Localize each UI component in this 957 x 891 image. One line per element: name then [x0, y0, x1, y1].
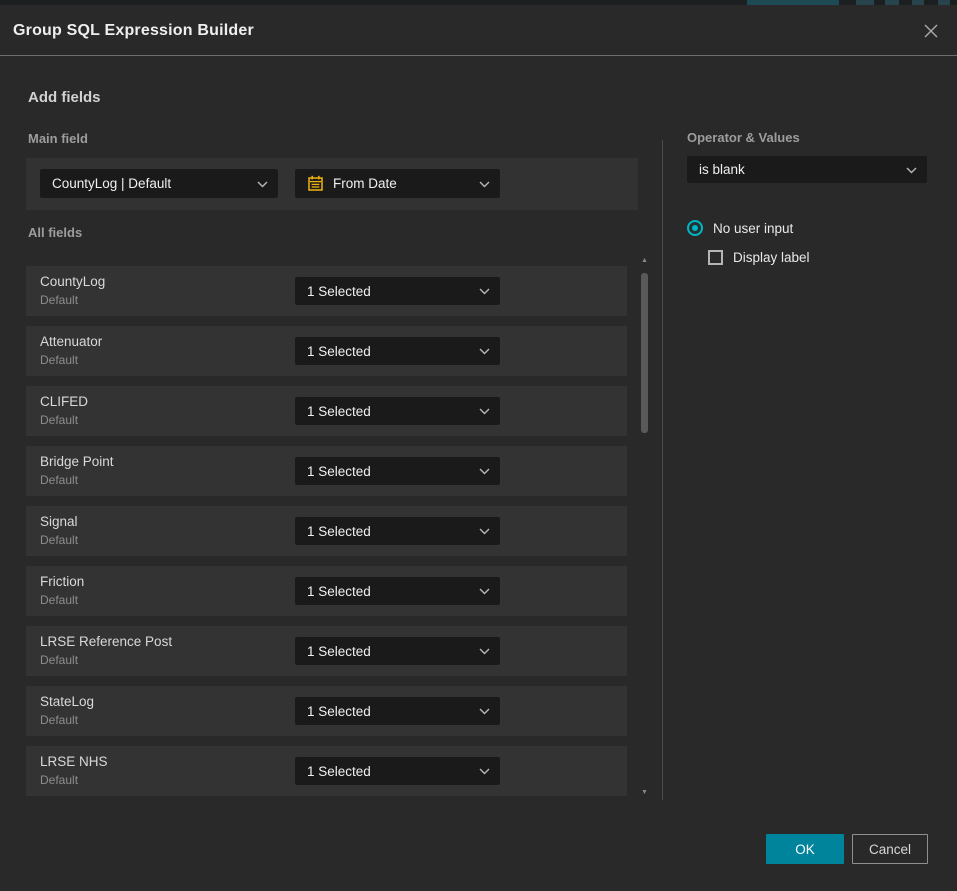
- chevron-down-icon: [257, 175, 268, 193]
- all-fields-label: All fields: [28, 225, 82, 240]
- main-field-date-value: From Date: [333, 176, 397, 191]
- chevron-down-icon: [479, 402, 490, 420]
- dialog-header: Group SQL Expression Builder: [0, 5, 957, 56]
- field-selected-dropdown[interactable]: 1 Selected: [295, 457, 500, 485]
- field-row[interactable]: Signal Default 1 Selected: [26, 506, 627, 556]
- chevron-down-icon: [479, 582, 490, 600]
- field-selected-value: 1 Selected: [307, 584, 371, 599]
- chevron-down-icon: [479, 762, 490, 780]
- display-label-label: Display label: [733, 250, 810, 265]
- chevron-down-icon: [479, 462, 490, 480]
- field-name: LRSE Reference Post: [40, 634, 172, 649]
- field-name: Signal: [40, 514, 78, 529]
- field-row[interactable]: Attenuator Default 1 Selected: [26, 326, 627, 376]
- field-name: StateLog: [40, 694, 94, 709]
- chevron-down-icon: [479, 175, 490, 193]
- field-selected-value: 1 Selected: [307, 764, 371, 779]
- scrollbar-thumb[interactable]: [641, 273, 648, 433]
- close-button[interactable]: [919, 19, 943, 43]
- calendar-date-icon: [307, 175, 324, 192]
- field-subtitle: Default: [40, 773, 78, 787]
- field-selected-value: 1 Selected: [307, 464, 371, 479]
- chevron-down-icon: [479, 342, 490, 360]
- field-selected-value: 1 Selected: [307, 344, 371, 359]
- scrollbar-down-arrow-icon[interactable]: ▼: [640, 789, 649, 797]
- field-subtitle: Default: [40, 473, 78, 487]
- field-subtitle: Default: [40, 713, 78, 727]
- field-selected-dropdown[interactable]: 1 Selected: [295, 277, 500, 305]
- operator-select[interactable]: is blank: [687, 156, 927, 183]
- main-field-label: Main field: [28, 131, 88, 146]
- no-user-input-label: No user input: [713, 221, 793, 236]
- field-selected-value: 1 Selected: [307, 524, 371, 539]
- cancel-button[interactable]: Cancel: [852, 834, 928, 864]
- main-field-layer-select[interactable]: CountyLog | Default: [40, 169, 278, 198]
- field-name: CLIFED: [40, 394, 88, 409]
- chevron-down-icon: [479, 642, 490, 660]
- field-row[interactable]: Friction Default 1 Selected: [26, 566, 627, 616]
- field-selected-dropdown[interactable]: 1 Selected: [295, 757, 500, 785]
- main-field-layer-value: CountyLog | Default: [52, 176, 171, 191]
- chevron-down-icon: [906, 161, 917, 179]
- field-name: Bridge Point: [40, 454, 114, 469]
- field-selected-dropdown[interactable]: 1 Selected: [295, 397, 500, 425]
- field-name: Attenuator: [40, 334, 102, 349]
- field-selected-value: 1 Selected: [307, 704, 371, 719]
- main-field-date-select[interactable]: From Date: [295, 169, 500, 198]
- field-subtitle: Default: [40, 533, 78, 547]
- field-row[interactable]: CountyLog Default 1 Selected: [26, 266, 627, 316]
- field-selected-dropdown[interactable]: 1 Selected: [295, 697, 500, 725]
- field-selected-dropdown[interactable]: 1 Selected: [295, 577, 500, 605]
- chevron-down-icon: [479, 522, 490, 540]
- all-fields-list: CountyLog Default 1 Selected Attenuator …: [26, 266, 627, 806]
- field-selected-dropdown[interactable]: 1 Selected: [295, 637, 500, 665]
- panel-divider: [662, 140, 663, 800]
- field-selected-value: 1 Selected: [307, 644, 371, 659]
- scrollbar-up-arrow-icon[interactable]: ▲: [640, 257, 649, 265]
- add-fields-heading: Add fields: [28, 89, 101, 106]
- display-label-checkbox[interactable]: Display label: [708, 250, 810, 265]
- operator-values-label: Operator & Values: [687, 130, 800, 145]
- field-selected-value: 1 Selected: [307, 404, 371, 419]
- field-name: CountyLog: [40, 274, 105, 289]
- field-subtitle: Default: [40, 353, 78, 367]
- field-row[interactable]: CLIFED Default 1 Selected: [26, 386, 627, 436]
- field-subtitle: Default: [40, 593, 78, 607]
- field-selected-dropdown[interactable]: 1 Selected: [295, 337, 500, 365]
- field-row[interactable]: LRSE NHS Default 1 Selected: [26, 746, 627, 796]
- operator-value: is blank: [699, 162, 745, 177]
- field-row[interactable]: Bridge Point Default 1 Selected: [26, 446, 627, 496]
- field-name: LRSE NHS: [40, 754, 108, 769]
- field-subtitle: Default: [40, 293, 78, 307]
- field-row[interactable]: LRSE Reference Post Default 1 Selected: [26, 626, 627, 676]
- main-field-panel: CountyLog | Default From Date: [26, 158, 638, 210]
- close-icon: [922, 22, 940, 40]
- group-sql-expression-builder-dialog: Group SQL Expression Builder Add fields …: [0, 5, 957, 891]
- chevron-down-icon: [479, 282, 490, 300]
- field-subtitle: Default: [40, 413, 78, 427]
- no-user-input-radio[interactable]: No user input: [687, 220, 793, 236]
- checkbox-unchecked-icon: [708, 250, 723, 265]
- field-row[interactable]: StateLog Default 1 Selected: [26, 686, 627, 736]
- field-subtitle: Default: [40, 653, 78, 667]
- dialog-title: Group SQL Expression Builder: [13, 22, 254, 40]
- radio-selected-icon: [687, 220, 703, 236]
- field-selected-dropdown[interactable]: 1 Selected: [295, 517, 500, 545]
- chevron-down-icon: [479, 702, 490, 720]
- ok-button[interactable]: OK: [766, 834, 844, 864]
- field-name: Friction: [40, 574, 84, 589]
- fields-list-scrollbar[interactable]: ▲ ▼: [640, 257, 649, 797]
- field-selected-value: 1 Selected: [307, 284, 371, 299]
